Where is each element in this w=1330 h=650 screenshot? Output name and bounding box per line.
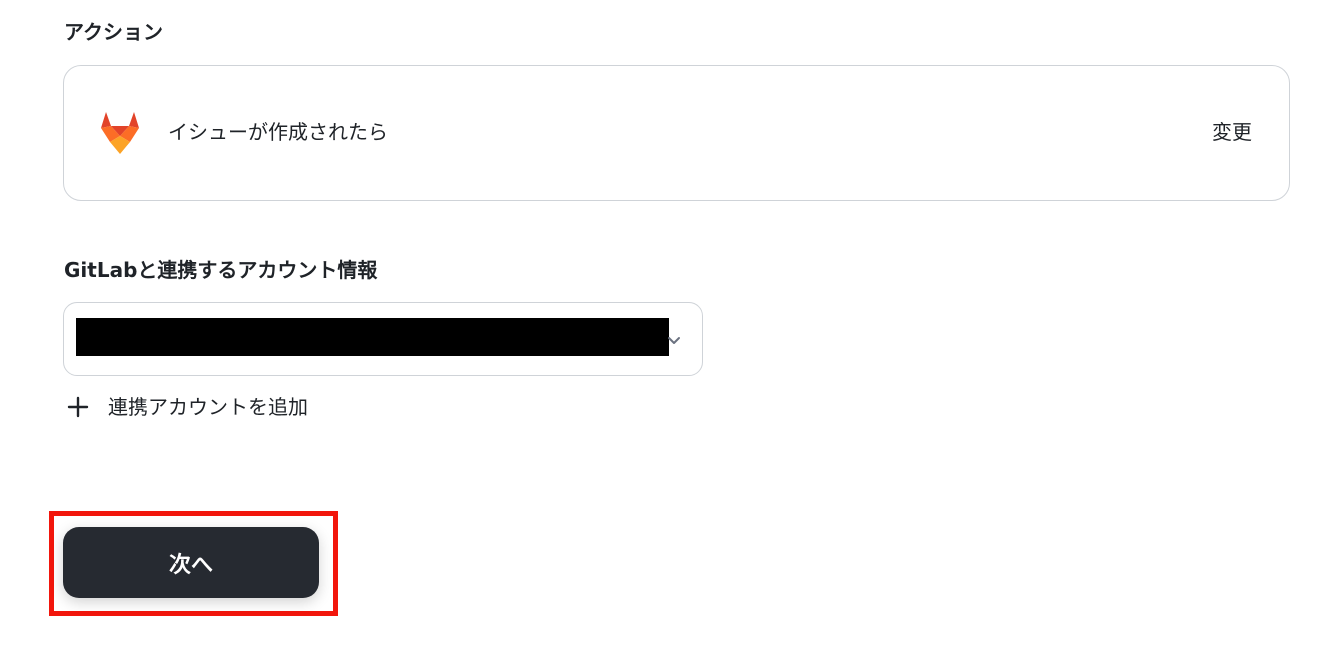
- gitlab-icon: [101, 112, 139, 154]
- page: アクション イシューが作成されたら 変更 GitLabと連携するアカウント情報 …: [0, 0, 1330, 650]
- plus-icon: [67, 396, 89, 418]
- action-section-label: アクション: [64, 20, 163, 44]
- account-section-label: GitLabと連携するアカウント情報: [64, 258, 378, 282]
- add-account-button[interactable]: 連携アカウントを追加: [66, 394, 308, 420]
- next-button[interactable]: 次へ: [63, 527, 319, 598]
- chevron-down-icon: [668, 337, 680, 344]
- change-button[interactable]: 変更: [1212, 120, 1252, 144]
- trigger-text: イシューが作成されたら: [168, 120, 388, 144]
- add-account-label: 連携アカウントを追加: [108, 395, 308, 419]
- redacted-account-value: [76, 318, 669, 356]
